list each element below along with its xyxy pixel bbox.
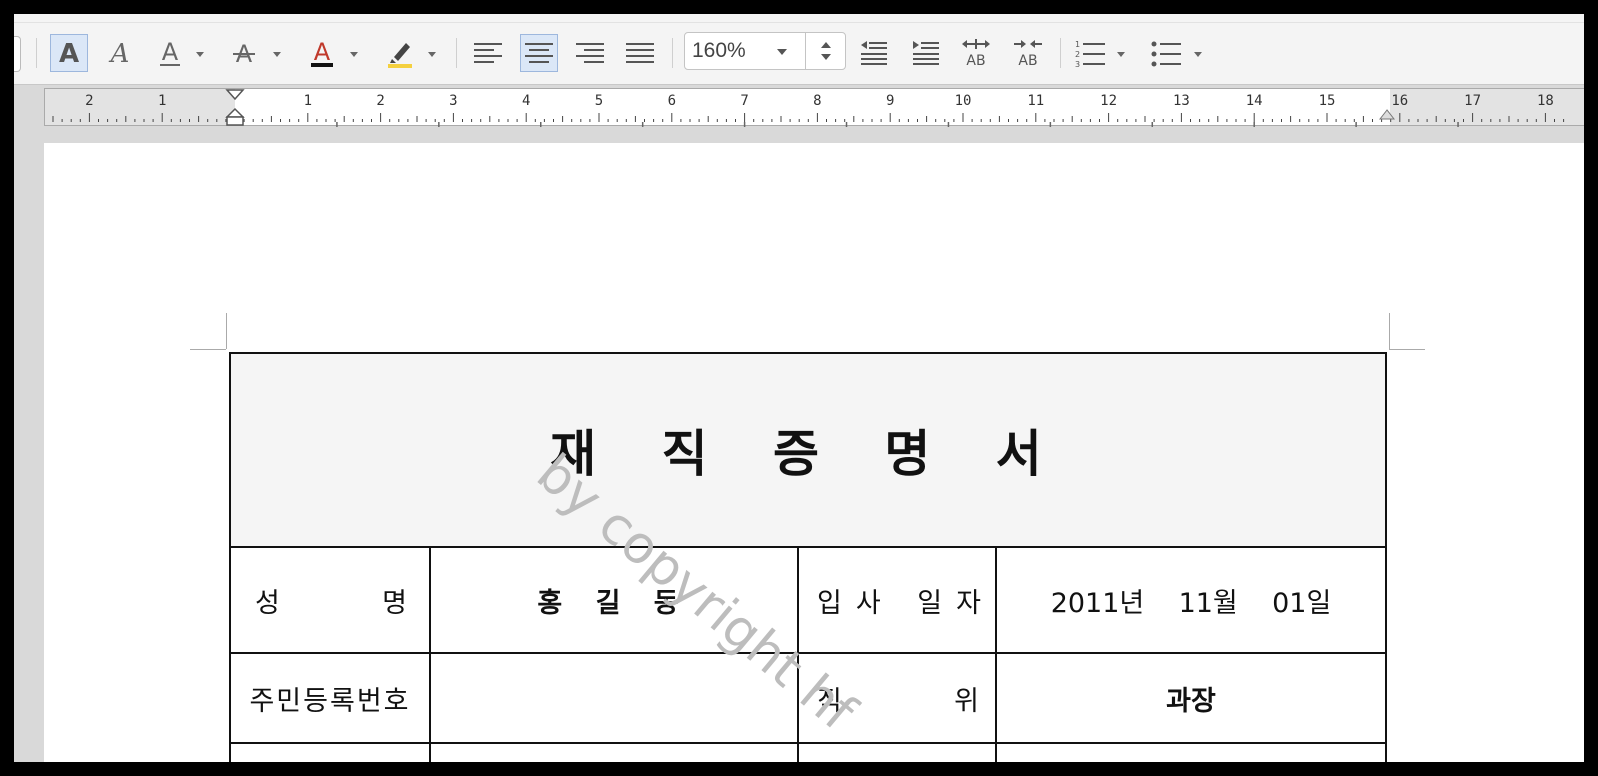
ruler-number: 6 bbox=[667, 93, 677, 109]
margin-mark bbox=[190, 349, 226, 350]
ruler-number: 16 bbox=[1391, 93, 1409, 109]
outdent-icon[interactable] bbox=[856, 34, 892, 72]
hire-date-value[interactable]: 2011년 11월 01일 bbox=[995, 546, 1387, 654]
previous-control[interactable] bbox=[14, 36, 21, 72]
svg-text:A: A bbox=[314, 38, 331, 66]
ruler-number: 11 bbox=[1027, 93, 1045, 109]
ruler-number: 15 bbox=[1318, 93, 1336, 109]
svg-text:1: 1 bbox=[1075, 40, 1080, 49]
svg-text:3: 3 bbox=[1075, 60, 1080, 68]
table-row-partial[interactable] bbox=[229, 742, 431, 762]
align-right-icon[interactable] bbox=[572, 34, 608, 72]
align-justify-icon[interactable] bbox=[622, 34, 658, 72]
svg-text:A: A bbox=[109, 39, 130, 67]
align-center-icon[interactable] bbox=[520, 34, 558, 72]
numbered-list-icon[interactable]: 123 bbox=[1072, 34, 1108, 72]
formatting-toolbar: A A A A A 160% AB AB 1 2 3 bbox=[14, 14, 1584, 85]
svg-text:A: A bbox=[162, 38, 179, 66]
ruler-number: 10 bbox=[954, 93, 972, 109]
zoom-decrease-icon[interactable] bbox=[821, 54, 831, 60]
zoom-dropdown-icon[interactable] bbox=[777, 49, 787, 55]
font-color-icon[interactable]: A bbox=[306, 34, 338, 72]
underline-menu-caret[interactable] bbox=[196, 52, 204, 57]
ruler-number: 5 bbox=[594, 93, 604, 109]
right-indent-marker-icon[interactable] bbox=[1379, 109, 1395, 121]
zoom-select[interactable]: 160% bbox=[684, 32, 846, 70]
margin-mark bbox=[1389, 313, 1390, 349]
document-page[interactable]: 재 직 증 명 서 성명 홍 길 동 입사 일자 2011년 11월 01일 주… bbox=[44, 143, 1584, 762]
ruler-number: 18 bbox=[1536, 93, 1554, 109]
underline-icon[interactable]: A bbox=[154, 34, 186, 72]
expand-spacing-icon[interactable]: AB bbox=[958, 34, 994, 72]
ruler-number: 2 bbox=[85, 93, 94, 109]
ruler-number: 7 bbox=[740, 93, 749, 109]
app-window: A A A A A 160% AB AB 1 2 3 2 1 1 2 3 4 5… bbox=[14, 14, 1584, 762]
bullet-list-icon[interactable] bbox=[1148, 34, 1184, 72]
indent-icon[interactable] bbox=[908, 34, 944, 72]
bullet-list-menu-caret[interactable] bbox=[1194, 52, 1202, 57]
ruler-number: 1 bbox=[157, 93, 167, 109]
resident-number-label[interactable]: 주민등록번호 bbox=[229, 652, 431, 744]
font-color-menu-caret[interactable] bbox=[350, 52, 358, 57]
condense-spacing-icon[interactable]: AB bbox=[1010, 34, 1046, 72]
highlight-icon[interactable] bbox=[382, 34, 418, 72]
hire-date-label-cell[interactable]: 입사 일자 bbox=[797, 546, 997, 654]
ruler-number: 17 bbox=[1464, 93, 1482, 109]
ruler-number: 8 bbox=[813, 93, 822, 109]
zoom-increase-icon[interactable] bbox=[821, 42, 831, 48]
horizontal-ruler[interactable]: 2 1 1 2 3 4 5 6 7 8 9 10 11 12 13 14 15 16 17 18 bbox=[44, 88, 1584, 127]
highlight-menu-caret[interactable] bbox=[428, 52, 436, 57]
ruler-number: 3 bbox=[449, 93, 458, 109]
ruler-number: 13 bbox=[1172, 93, 1190, 109]
svg-text:AB: AB bbox=[1018, 53, 1037, 68]
ruler-number: 12 bbox=[1100, 93, 1118, 109]
svg-text:AB: AB bbox=[966, 53, 985, 68]
document-title[interactable]: 재 직 증 명 서 bbox=[229, 352, 1387, 548]
numbered-list-menu-caret[interactable] bbox=[1117, 52, 1125, 57]
position-value[interactable]: 과장 bbox=[995, 652, 1387, 744]
margin-mark bbox=[1389, 349, 1425, 350]
zoom-value: 160% bbox=[692, 39, 746, 62]
ruler-number: 9 bbox=[885, 93, 895, 109]
svg-text:A: A bbox=[59, 39, 79, 67]
svg-text:2: 2 bbox=[1075, 50, 1080, 59]
indent-marker-icon[interactable] bbox=[225, 89, 245, 127]
strikethrough-menu-caret[interactable] bbox=[273, 52, 281, 57]
name-label-cell[interactable]: 성명 bbox=[229, 546, 431, 654]
ruler-number: 2 bbox=[376, 93, 385, 109]
margin-mark bbox=[226, 313, 227, 349]
align-left-icon[interactable] bbox=[470, 34, 506, 72]
ruler-number: 14 bbox=[1245, 93, 1263, 109]
strikethrough-icon[interactable]: A bbox=[228, 34, 260, 72]
bold-icon[interactable]: A bbox=[50, 34, 88, 72]
italic-icon[interactable]: A bbox=[104, 34, 136, 72]
ruler-number: 4 bbox=[521, 93, 531, 109]
ruler-number: 1 bbox=[303, 93, 313, 109]
